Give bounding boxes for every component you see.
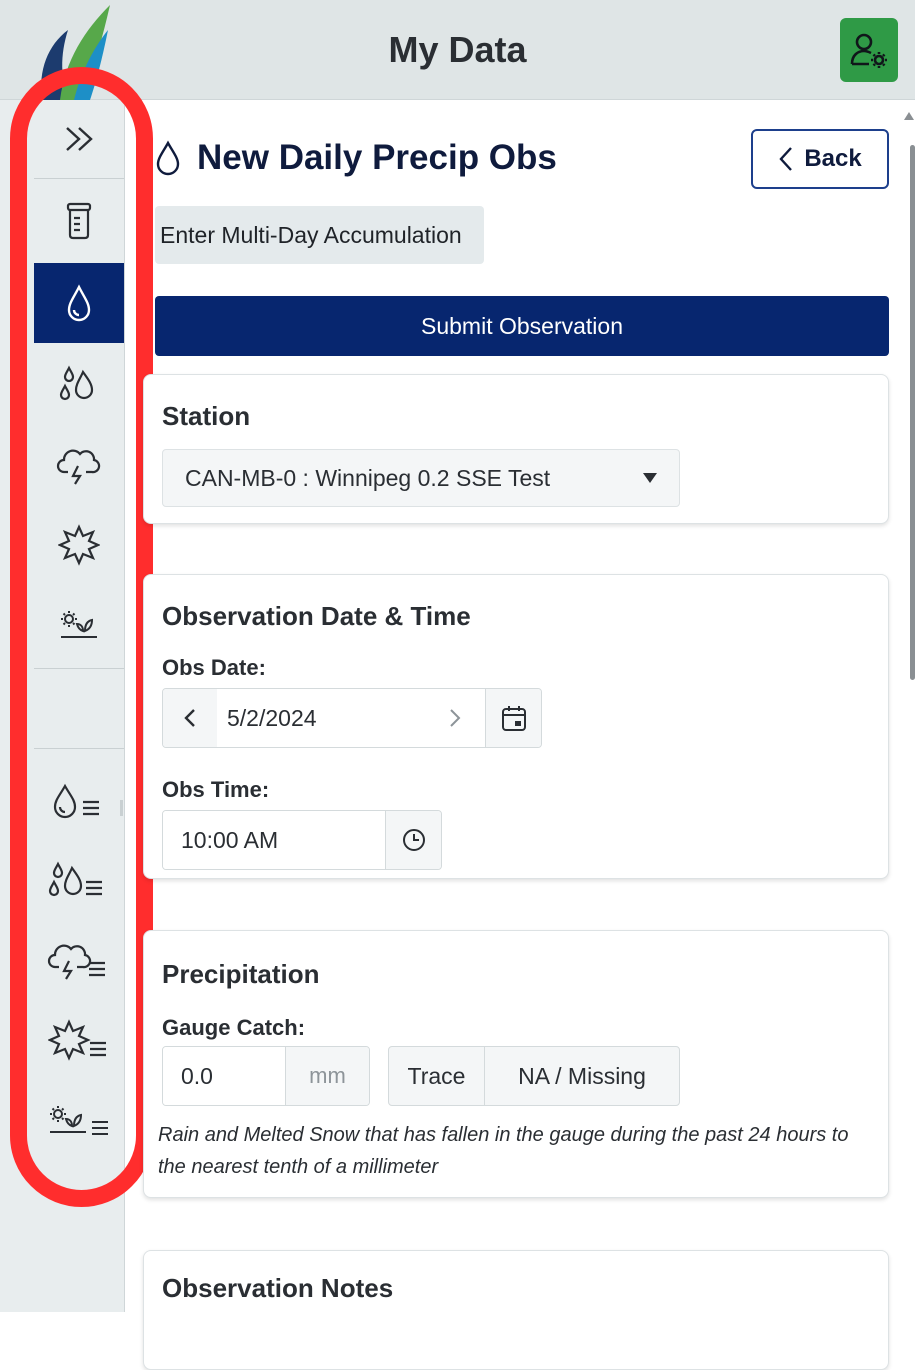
station-select[interactable]: CAN-MB-0 : Winnipeg 0.2 SSE Test [162,449,680,507]
na-missing-button[interactable]: NA / Missing [485,1047,679,1105]
obs-time-label: Obs Time: [162,777,270,802]
sidebar-item-multi-day-list[interactable] [34,840,124,920]
obs-date-picker: 5/2/2024 [162,688,542,748]
back-button-label: Back [804,145,862,172]
sidebar-item-expand[interactable] [34,100,124,178]
top-bar: My Data [0,0,915,100]
scroll-up-arrow[interactable] [904,112,914,120]
gauge-help-text: Rain and Melted Snow that has fallen in … [158,1124,849,1178]
trace-na-toggle: Trace NA / Missing [388,1046,680,1106]
chevron-right-icon [450,709,461,727]
station-heading: Station [162,401,251,431]
calendar-button[interactable] [485,689,541,747]
obs-date-input[interactable]: 5/2/2024 [217,689,425,747]
droplet-icon [156,140,180,176]
gauge-catch-field: 0.0 mm [162,1046,370,1106]
rain-gauge-icon [66,202,92,240]
calendar-icon [501,706,526,731]
precipitation-heading: Precipitation [162,959,320,989]
obs-date-label: Obs Date: [162,655,266,680]
gauge-catch-input[interactable]: 0.0 [163,1047,285,1105]
submit-observation-button[interactable]: Submit Observation [155,296,889,356]
notes-heading: Observation Notes [162,1273,394,1303]
droplets-list-icon [48,861,102,897]
date-prev-button[interactable] [163,689,217,747]
notes-card: Observation Notes [143,1250,889,1370]
sidebar-item-hail-list[interactable] [34,1000,124,1080]
app-title: My Data [388,29,527,70]
sidebar-item-gauge[interactable] [34,180,124,262]
sidebar-item-condition-monitoring[interactable] [34,585,124,665]
back-button[interactable]: Back [751,129,889,189]
station-card: Station CAN-MB-0 : Winnipeg 0.2 SSE Test [143,374,889,524]
storm-cloud-icon [56,449,101,485]
sidebar-item-daily-precip-list[interactable] [34,760,124,840]
droplets-icon [59,365,94,401]
page-title: New Daily Precip Obs [197,138,557,177]
droplet-icon [67,284,91,322]
station-select-value: CAN-MB-0 : Winnipeg 0.2 SSE Test [185,464,551,491]
gauge-catch-label: Gauge Catch: [162,1015,306,1040]
chevrons-right-icon [66,127,93,151]
trace-button[interactable]: Trace [389,1047,485,1105]
chevron-left-icon [184,709,195,727]
sidebar-item-hail[interactable] [34,505,124,585]
sidebar-item-daily-precip[interactable] [34,263,124,343]
user-gear-icon [850,33,887,68]
time-picker-button[interactable] [385,811,441,869]
multi-day-accumulation-button[interactable]: Enter Multi-Day Accumulation [155,206,484,264]
sidebar [0,100,125,1312]
date-next-button[interactable] [425,689,485,747]
obs-time-picker: 10:00 AM [162,810,442,870]
obs-datetime-heading: Observation Date & Time [162,601,471,631]
sidebar-item-significant-weather[interactable] [34,425,124,505]
profile-settings-button[interactable] [840,18,898,82]
gear-plant-icon [61,611,97,638]
caret-down-icon [643,473,657,483]
hail-burst-list-icon [48,1019,106,1061]
obs-time-input[interactable]: 10:00 AM [163,811,385,869]
obs-datetime-card: Observation Date & Time Obs Date: 5/2/20… [143,574,889,879]
hail-burst-icon [58,524,100,566]
main-content: New Daily Precip Obs Back Enter Multi-Da… [125,100,915,1370]
chevron-left-icon [779,147,793,171]
gear-plant-list-icon [50,1106,108,1135]
droplet-list-icon [53,783,99,819]
gauge-unit: mm [285,1047,369,1105]
scrollbar-thumb[interactable] [910,145,915,680]
sidebar-item-significant-weather-list[interactable] [34,920,124,1000]
storm-cloud-list-icon [47,944,105,980]
sidebar-item-multi-day[interactable] [34,345,124,423]
page-title-row: New Daily Precip Obs [155,138,557,178]
sidebar-item-condition-monitoring-list[interactable] [34,1080,124,1160]
precipitation-card: Precipitation Gauge Catch: 0.0 mm Trace … [143,930,889,1198]
clock-icon [402,829,425,851]
